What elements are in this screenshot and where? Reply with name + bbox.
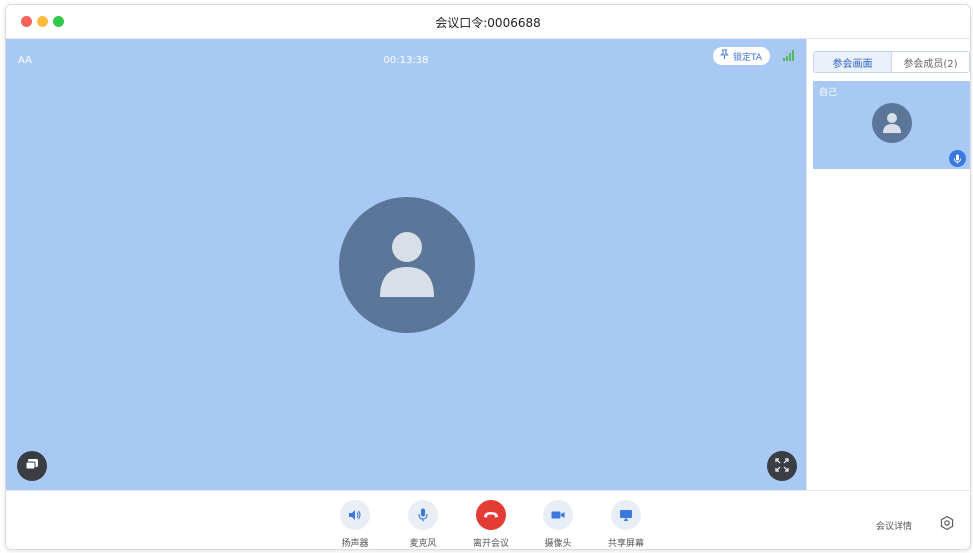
chat-icon (25, 457, 39, 476)
microphone-button[interactable]: 麦克风 (393, 500, 453, 549)
tab-meeting-view[interactable]: 参会画面 (814, 52, 892, 72)
microphone-label: 麦克风 (409, 539, 437, 549)
speaker-icon (340, 500, 370, 530)
lock-participant-label: 锁定TA (733, 52, 762, 63)
meeting-details-link[interactable]: 会议详情 (876, 519, 912, 532)
leave-meeting-button[interactable]: 离开会议 (461, 500, 521, 549)
speaker-button[interactable]: 扬声器 (325, 500, 385, 549)
thumbnail-label: 自己 (819, 88, 838, 98)
tab-participants[interactable]: 参会成员(2) (892, 52, 969, 72)
user-avatar-icon (339, 197, 475, 333)
speaker-label: 扬声器 (341, 539, 369, 549)
fullscreen-icon (775, 457, 789, 476)
camera-icon (543, 500, 573, 530)
share-screen-label: 共享屏幕 (607, 539, 644, 549)
microphone-icon (408, 500, 438, 530)
title-bar: 会议口令:0006688 (6, 5, 970, 39)
camera-label: 摄像头 (544, 539, 572, 549)
chat-button[interactable] (17, 451, 47, 481)
leave-meeting-label: 离开会议 (472, 539, 509, 549)
gear-icon[interactable] (939, 515, 955, 531)
meeting-timer: 00:13:38 (383, 55, 429, 66)
microphone-icon (949, 150, 966, 167)
meeting-window: 会议口令:0006688 AA 00:13:38 锁定TA 参会画面 参会成员(… (5, 4, 971, 550)
pin-icon (719, 49, 730, 63)
lock-participant-button[interactable]: 锁定TA (713, 47, 770, 65)
main-video-area: AA 00:13:38 锁定TA (6, 39, 806, 490)
panel-tabs: 参会画面 参会成员(2) (813, 51, 970, 73)
participants-panel: 参会画面 参会成员(2) 自己 (806, 39, 970, 490)
self-video-thumbnail[interactable]: 自己 (813, 81, 970, 169)
share-screen-icon (611, 500, 641, 530)
user-avatar-icon (872, 103, 912, 143)
camera-button[interactable]: 摄像头 (528, 500, 588, 549)
bottom-toolbar: 扬声器 麦克风 离开会议 摄像头 共享屏幕 会议详情 (6, 490, 970, 549)
signal-icon (783, 49, 797, 61)
window-title: 会议口令:0006688 (435, 16, 541, 30)
hangup-icon (476, 500, 506, 530)
share-screen-button[interactable]: 共享屏幕 (596, 500, 656, 549)
fullscreen-button[interactable] (767, 451, 797, 481)
